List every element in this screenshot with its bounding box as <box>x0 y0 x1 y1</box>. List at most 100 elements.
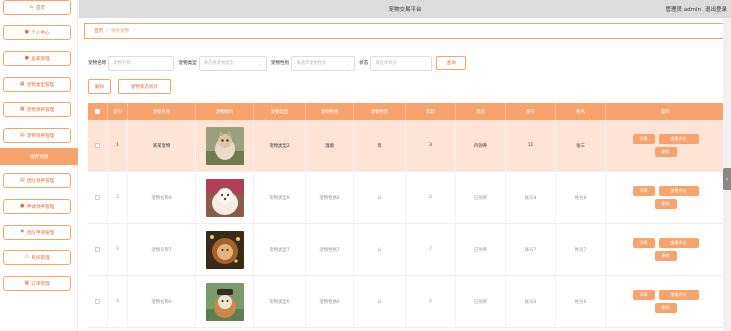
pet-photo-lion-costume <box>205 230 244 269</box>
row-delete-button[interactable]: 删除 <box>654 147 677 157</box>
status-filter-select[interactable]: 请选择状态 ⌄ <box>370 55 433 71</box>
document-icon: ▤ <box>19 177 25 183</box>
cell-account: 账号8 <box>506 172 556 223</box>
sidebar-item-adopt-pet[interactable]: 领养宠物 <box>0 148 78 165</box>
cell-type: 宠物类型7 <box>254 224 306 275</box>
sidebar-item-team-adopt[interactable]: ▤ 团队领养管理 <box>3 173 71 188</box>
cell-index: 4 <box>108 276 128 327</box>
cell-name: 宠物名称6 <box>128 276 196 327</box>
col-index: 索引 <box>108 103 128 120</box>
pet-photo-dog-hat <box>205 282 244 321</box>
select-all-checkbox[interactable] <box>95 109 100 114</box>
review-button[interactable]: 查看评论 <box>658 186 699 196</box>
detail-button[interactable]: 详情 <box>632 186 655 196</box>
sidebar-item-orders[interactable]: ▦ 订单管理 <box>3 276 71 291</box>
col-age: 年龄 <box>406 103 456 120</box>
cell-person: 姓名8 <box>556 172 606 223</box>
cell-status: 待领养 <box>456 120 506 171</box>
breadcrumb-current: 领养宠物 <box>110 29 130 34</box>
breadcrumb-home[interactable]: 首页 <box>94 28 103 34</box>
user-name: 管理员 admin <box>665 7 701 13</box>
table-row[interactable]: 4 宠物名称6 宠物类型6 宠物性格6 公 6 已领养 账号6 姓名6 详情 查… <box>88 276 725 328</box>
name-filter-label: 宠物名称 <box>88 61 107 66</box>
row-delete-button[interactable]: 删除 <box>654 251 677 261</box>
col-account: 账号 <box>506 103 556 120</box>
cell-character: 宠物性格6 <box>306 276 354 327</box>
review-button[interactable]: 查看评论 <box>658 134 699 144</box>
monitor-icon: ▭ <box>24 254 30 260</box>
name-filter-input[interactable]: 宠物名称 <box>108 55 175 71</box>
sidebar: ⌂ 首页 ● 个人中心 ● 卖家管理 ▦ 宠物类型管理 ▦ 宠物领养管理 ▤ 宠物领养管理 … <box>0 0 78 331</box>
sidebar-item-profile[interactable]: ● 个人中心 <box>3 25 71 40</box>
row-delete-button[interactable]: 删除 <box>654 199 677 209</box>
table-row[interactable]: 1 某某宠物 宠物类型2 温顺 母 3 待领养 11 张三 详情 查看评论 删除 <box>88 120 725 172</box>
grid-icon: ▦ <box>19 81 25 87</box>
sidebar-item-home[interactable]: ⌂ 首页 <box>3 0 71 15</box>
sidebar-item-team-apply[interactable]: ⚑ 团队申请管理 <box>3 225 71 240</box>
review-button[interactable]: 查看评论 <box>658 238 699 248</box>
pet-table: 索引 宠物名称 宠物图片 宠物类型 宠物性格 宠物性别 年龄 状态 账号 姓名 … <box>88 103 725 328</box>
chevron-down-icon: ⌄ <box>424 60 428 66</box>
status-stats-button[interactable]: 宠物状态统计 <box>118 79 171 94</box>
action-bar: 删除 宠物状态统计 <box>88 79 171 94</box>
row-delete-button[interactable]: 删除 <box>654 303 677 313</box>
sidebar-item-pet-adopt[interactable]: ▦ 宠物领养管理 <box>3 102 71 117</box>
row-checkbox[interactable] <box>95 195 100 200</box>
chevron-down-icon: ⌄ <box>258 60 262 66</box>
sidebar-item-system[interactable]: ▭ 系统管理 <box>3 250 71 265</box>
detail-button[interactable]: 详情 <box>632 134 655 144</box>
cell-age: 7 <box>406 224 456 275</box>
person-icon: ● <box>24 55 29 61</box>
chevron-left-icon: ‹ <box>725 175 729 183</box>
cell-name: 宠物名称8 <box>128 172 196 223</box>
filter-bar: 宠物名称 宠物名称 宠物类型 请选择宠物类型 ⌄ 宠物性别 请选择宠物性别 ⌄ 状态… <box>88 55 467 71</box>
sidebar-item-pet-type[interactable]: ▦ 宠物类型管理 <box>3 77 71 92</box>
cell-status: 已领养 <box>456 172 506 223</box>
logout-link[interactable]: 退出登录 <box>705 5 727 13</box>
cell-person: 姓名7 <box>556 224 606 275</box>
col-person: 姓名 <box>556 103 606 120</box>
pet-photo-puppy <box>205 178 244 217</box>
cell-status: 已领养 <box>456 224 506 275</box>
sidebar-item-pet-adopt-2[interactable]: ▤ 宠物领养管理 <box>3 128 71 143</box>
cell-person: 姓名6 <box>556 276 606 327</box>
cell-name: 宠物名称7 <box>128 224 196 275</box>
pet-photo-kitten <box>205 126 244 165</box>
cell-account: 账号6 <box>506 276 556 327</box>
cell-type: 宠物类型8 <box>254 172 306 223</box>
cell-age: 6 <box>406 276 456 327</box>
cell-name: 某某宠物 <box>128 120 196 171</box>
col-type: 宠物类型 <box>254 103 306 120</box>
cell-status: 已领养 <box>456 276 506 327</box>
sidebar-item-seller[interactable]: ● 卖家管理 <box>3 51 71 66</box>
table-row[interactable]: 3 宠物名称7 宠物类型7 宠物性格7 公 7 已领养 账号7 姓名7 详情 查… <box>88 224 725 276</box>
cell-character: 宠物性格7 <box>306 224 354 275</box>
home-icon: ⌂ <box>29 4 33 10</box>
search-button[interactable]: 查询 <box>436 56 467 70</box>
cell-age: 8 <box>406 172 456 223</box>
col-character: 宠物性格 <box>306 103 354 120</box>
cell-gender: 公 <box>354 224 406 275</box>
type-filter-select[interactable]: 请选择宠物类型 ⌄ <box>198 55 267 71</box>
sidebar-item-apply-adopt[interactable]: ● 申请领养管理 <box>3 199 71 214</box>
table-header: 索引 宠物名称 宠物图片 宠物类型 宠物性格 宠物性别 年龄 状态 账号 姓名 … <box>88 103 725 120</box>
gender-filter-select[interactable]: 请选择宠物性别 ⌄ <box>291 55 356 71</box>
cell-age: 3 <box>406 120 456 171</box>
cell-person: 张三 <box>556 120 606 171</box>
row-checkbox[interactable] <box>95 143 100 148</box>
review-button[interactable]: 查看评论 <box>658 290 699 300</box>
status-filter-label: 状态 <box>359 61 369 66</box>
row-checkbox[interactable] <box>95 299 100 304</box>
col-status: 状态 <box>456 103 506 120</box>
detail-button[interactable]: 详情 <box>632 238 655 248</box>
breadcrumb: 首页 / 领养宠物 <box>84 23 724 39</box>
detail-button[interactable]: 详情 <box>632 290 655 300</box>
gender-filter-label: 宠物性别 <box>270 61 290 66</box>
row-checkbox[interactable] <box>95 247 100 252</box>
side-panel-toggle[interactable]: ‹ <box>723 168 731 190</box>
delete-button[interactable]: 删除 <box>88 79 111 94</box>
cell-type: 宠物类型2 <box>254 120 306 171</box>
col-operations: 操作 <box>661 109 670 115</box>
table-row[interactable]: 2 宠物名称8 宠物类型8 宠物性格8 公 8 已领养 账号8 姓名8 详情 查… <box>88 172 725 224</box>
cell-character: 温顺 <box>306 120 354 171</box>
